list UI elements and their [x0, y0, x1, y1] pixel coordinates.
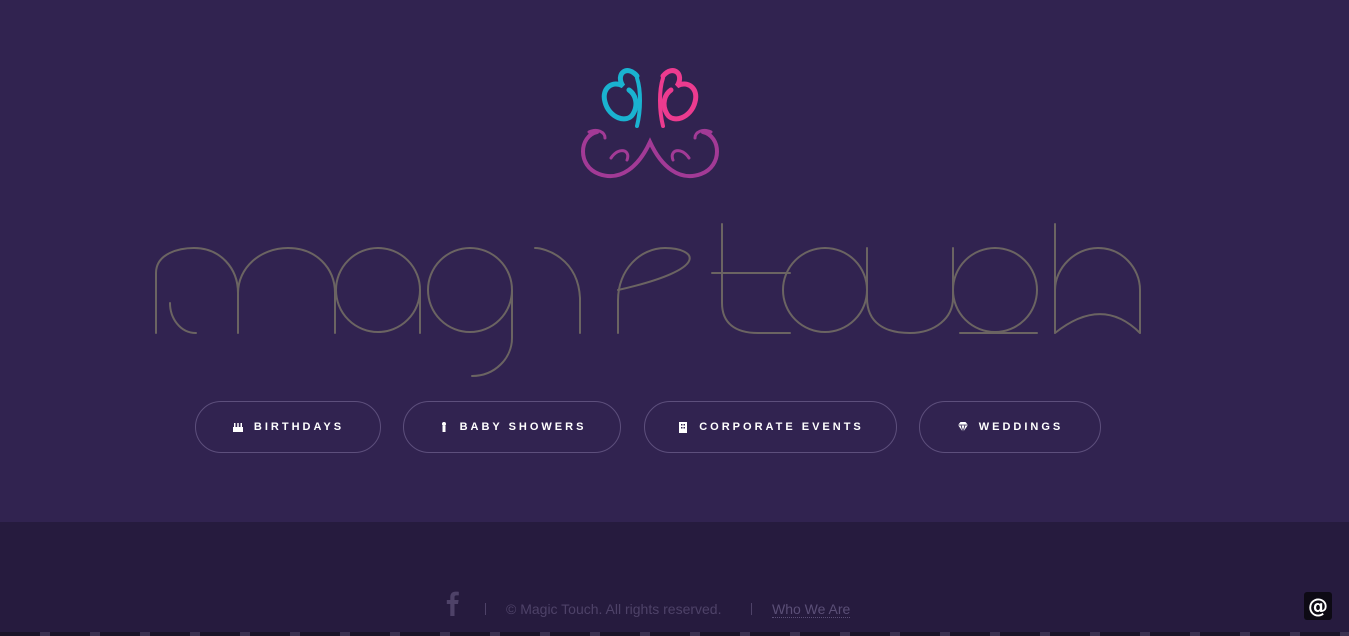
hero-section: BIRTHDAYS BABY SHOWERS CORPORATE EVENTS …	[0, 0, 1349, 522]
copyright-text: © Magic Touch. All rights reserved.	[506, 601, 722, 617]
who-we-are-link[interactable]: Who We Are	[772, 601, 851, 618]
at-icon: @	[1308, 594, 1328, 618]
nav-corporate-events-label: CORPORATE EVENTS	[699, 421, 864, 433]
butterfly-logo-icon[interactable]	[575, 66, 725, 184]
contact-button[interactable]: @	[1304, 592, 1332, 620]
nav-birthdays-label: BIRTHDAYS	[253, 421, 345, 433]
baby-icon	[438, 421, 450, 433]
facebook-icon[interactable]	[444, 590, 460, 616]
nav-corporate-events-button[interactable]: CORPORATE EVENTS	[644, 401, 897, 453]
building-icon	[677, 421, 689, 433]
birthday-cake-icon	[232, 421, 244, 433]
nav-baby-showers-button[interactable]: BABY SHOWERS	[403, 401, 621, 453]
nav-weddings-label: WEDDINGS	[978, 421, 1064, 433]
nav-weddings-button[interactable]: WEDDINGS	[919, 401, 1101, 453]
diamond-icon	[957, 421, 969, 433]
footer	[0, 522, 1349, 636]
nav-baby-showers-label: BABY SHOWERS	[459, 421, 587, 433]
nav-birthdays-button[interactable]: BIRTHDAYS	[195, 401, 381, 453]
footer-divider	[485, 603, 486, 615]
category-nav: BIRTHDAYS BABY SHOWERS CORPORATE EVENTS …	[0, 401, 1349, 453]
wordmark-logo	[155, 223, 1141, 377]
footer-divider	[751, 603, 752, 615]
bottom-strip	[0, 632, 1349, 636]
